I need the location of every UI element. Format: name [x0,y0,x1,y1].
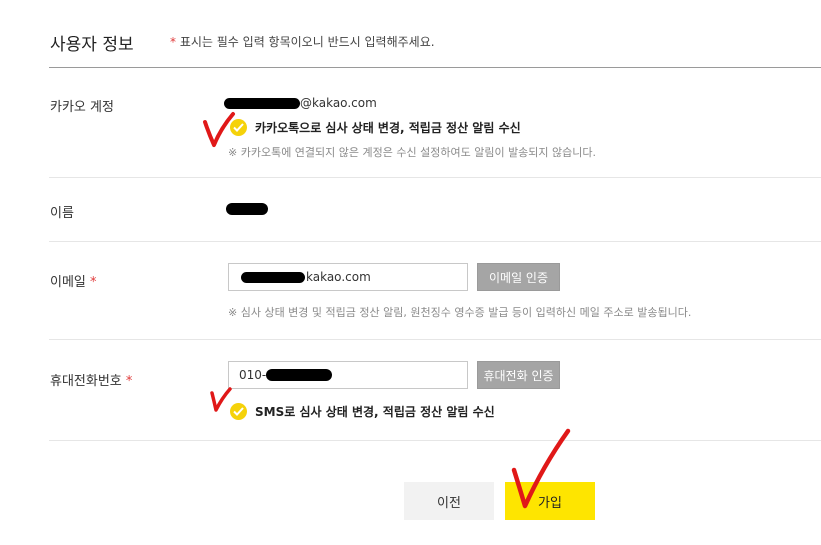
email-input[interactable]: kakao.com [228,263,468,291]
phone-label-text: 휴대전화번호 [50,374,122,389]
required-star: * [170,35,176,49]
phone-input[interactable]: 010- [228,361,468,389]
phone-input-prefix: 010- [239,368,267,382]
required-notice: * 표시는 필수 입력 항목이오니 반드시 입력해주세요. [170,33,435,50]
email-input-suffix: kakao.com [306,270,371,284]
email-label-text: 이메일 [50,275,86,290]
kakao-account-label: 카카오 계정 [50,100,114,115]
email-note: ※ 심사 상태 변경 및 적립금 정산 알림, 원천징수 영수증 발급 등이 입… [228,306,692,319]
annotation-checkmark-icon [203,112,235,147]
row-divider [49,440,821,441]
required-star: * [125,374,133,389]
email-label: 이메일 * [50,271,97,290]
name-label: 이름 [50,206,74,221]
prev-button[interactable]: 이전 [404,482,494,520]
row-divider [49,339,821,340]
annotation-checkmark-icon [511,428,571,509]
sms-consent-label: SMS로 심사 상태 변경, 적립금 정산 알림 수신 [255,405,495,419]
header-divider [49,67,821,68]
kakao-consent-note: ※ 카카오톡에 연결되지 않은 계정은 수신 설정하여도 알림이 발송되지 않습… [228,146,597,159]
required-star: * [90,275,97,290]
redacted-name [226,203,268,215]
row-divider [49,177,821,178]
phone-label: 휴대전화번호 * [50,370,132,389]
redacted-email [241,271,305,283]
email-verify-button[interactable]: 이메일 인증 [477,263,560,291]
redacted-phone [266,369,333,381]
redacted-account [224,98,300,109]
row-divider [49,241,821,242]
annotation-checkmark-icon [210,387,232,412]
kakao-consent-label: 카카오톡으로 심사 상태 변경, 적립금 정산 알림 수신 [255,121,521,135]
sms-consent-checkbox[interactable]: SMS로 심사 상태 변경, 적립금 정산 알림 수신 [230,403,495,420]
kakao-consent-checkbox[interactable]: 카카오톡으로 심사 상태 변경, 적립금 정산 알림 수신 [230,119,521,136]
phone-verify-button[interactable]: 휴대전화 인증 [477,361,560,389]
required-notice-text: 표시는 필수 입력 항목이오니 반드시 입력해주세요. [179,35,435,49]
kakao-account-email-suffix: @kakao.com [300,96,377,110]
page-title: 사용자 정보 [50,35,134,55]
